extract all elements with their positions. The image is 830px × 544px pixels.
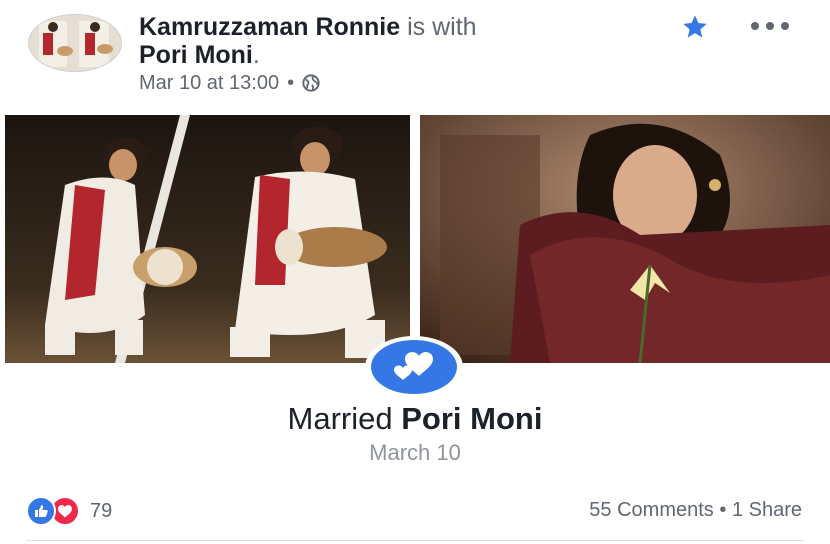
event-title-person[interactable]: Pori Moni	[401, 401, 542, 436]
more-options-icon[interactable]	[748, 20, 792, 32]
author-name[interactable]: Kamruzzaman Ronnie	[139, 13, 400, 41]
avatar-image	[29, 15, 121, 71]
photo-pori-moni[interactable]	[420, 115, 830, 363]
tagged-suffix: .	[252, 41, 260, 69]
like-reaction-icon	[26, 496, 56, 526]
post-author-line: Kamruzzaman Ronnie is with	[139, 12, 477, 42]
tagged-line: Pori Moni.	[139, 40, 260, 70]
meta-separator: •	[287, 72, 295, 94]
photo-drummers[interactable]	[5, 115, 410, 363]
shares-count[interactable]: 1 Share	[732, 499, 802, 521]
photo-grid	[0, 115, 830, 365]
life-event-date: March 10	[369, 440, 461, 465]
engagement-separator: •	[719, 499, 727, 521]
post-timestamp[interactable]: Mar 10 at 13:00	[139, 71, 279, 95]
reaction-count: 79	[90, 499, 113, 522]
life-event-title: Married Pori Moni	[0, 400, 830, 438]
hearts-icon	[371, 340, 457, 394]
engagement-summary: 55 Comments • 1 Share	[589, 497, 802, 523]
event-title-prefix: Married	[287, 401, 393, 436]
globe-icon[interactable]	[302, 74, 320, 92]
star-icon[interactable]	[680, 13, 710, 41]
post-header: Kamruzzaman Ronnie is with Pori Moni. Ma…	[0, 0, 830, 110]
comments-count[interactable]: 55 Comments	[589, 499, 714, 521]
drummers-image	[5, 115, 410, 363]
reactions-summary[interactable]: 79	[26, 496, 113, 526]
footer-divider	[26, 540, 804, 541]
life-event-badge	[365, 336, 463, 398]
avatar[interactable]	[28, 14, 122, 72]
portrait-image	[420, 115, 830, 363]
tagged-person[interactable]: Pori Moni	[139, 41, 253, 69]
with-text: is with	[407, 13, 477, 41]
post-meta: Mar 10 at 13:00 •	[139, 71, 320, 95]
